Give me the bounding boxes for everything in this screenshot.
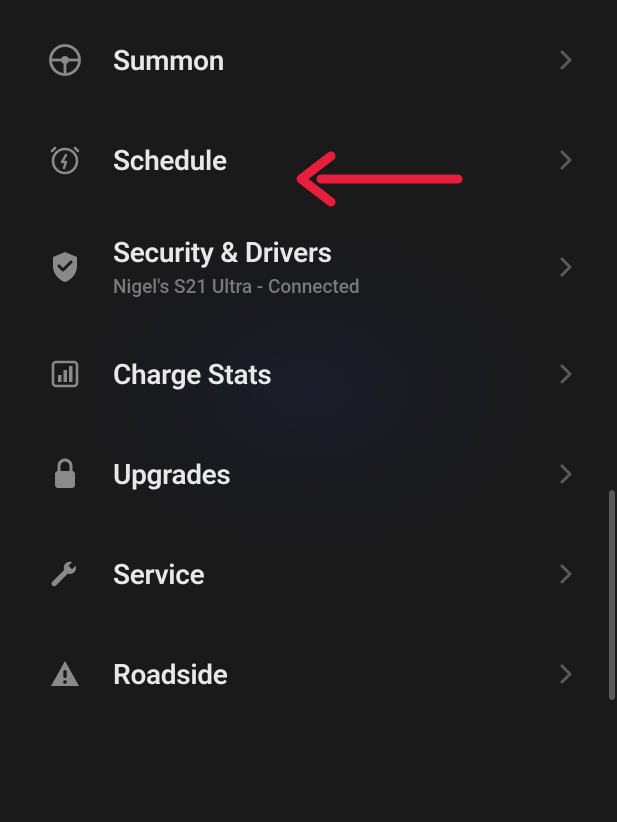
menu-item-upgrades[interactable]: Upgrades <box>0 424 617 524</box>
steering-wheel-icon <box>45 40 85 80</box>
menu-item-roadside[interactable]: Roadside <box>0 624 617 724</box>
menu-item-schedule[interactable]: Schedule <box>0 110 617 210</box>
wrench-icon <box>45 554 85 594</box>
menu-label: Service <box>113 558 560 591</box>
warning-triangle-icon <box>45 654 85 694</box>
menu-item-summon[interactable]: Summon <box>0 10 617 110</box>
menu-item-service[interactable]: Service <box>0 524 617 624</box>
bar-chart-icon <box>45 354 85 394</box>
menu-label: Roadside <box>113 658 560 691</box>
clock-bolt-icon <box>45 140 85 180</box>
menu-label: Schedule <box>113 144 560 177</box>
chevron-right-icon <box>560 150 572 170</box>
menu-item-charge-stats[interactable]: Charge Stats <box>0 324 617 424</box>
lock-icon <box>45 454 85 494</box>
chevron-right-icon <box>560 464 572 484</box>
scrollbar[interactable] <box>609 490 615 700</box>
chevron-right-icon <box>560 364 572 384</box>
chevron-right-icon <box>560 664 572 684</box>
chevron-right-icon <box>560 50 572 70</box>
menu-item-security[interactable]: Security & Drivers Nigel's S21 Ultra - C… <box>0 210 617 324</box>
shield-check-icon <box>45 247 85 287</box>
menu-sublabel: Nigel's S21 Ultra - Connected <box>113 275 560 298</box>
menu-label: Security & Drivers <box>113 236 560 269</box>
menu-label: Charge Stats <box>113 358 560 391</box>
menu-list: Summon Schedule <box>0 0 617 724</box>
menu-label: Upgrades <box>113 458 560 491</box>
chevron-right-icon <box>560 564 572 584</box>
menu-label: Summon <box>113 44 560 77</box>
chevron-right-icon <box>560 257 572 277</box>
